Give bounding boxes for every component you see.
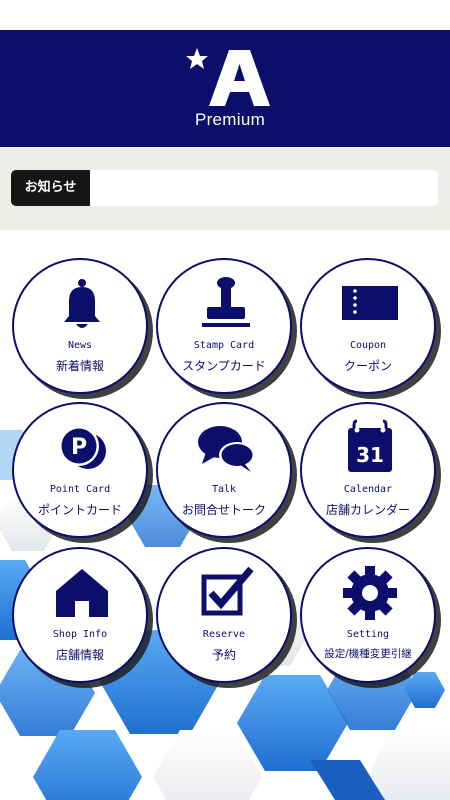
menu-shop-info-jp: 店舗情報	[55, 648, 104, 662]
svg-text:P: P	[71, 435, 87, 460]
calendar-icon: 31	[348, 419, 392, 472]
menu-shop-info[interactable]: Shop Info 店舗情報	[12, 547, 148, 683]
house-icon	[56, 569, 108, 617]
menu-stamp-card-jp: スタンプカード	[182, 359, 266, 373]
menu-point-card-jp: ポイントカード	[37, 503, 122, 517]
menu-coupon-jp: クーポン	[343, 359, 392, 373]
menu-talk-jp: お問合せトーク	[181, 503, 266, 517]
bell-icon	[64, 279, 100, 328]
menu-calendar-jp: 店舗カレンダー	[325, 503, 410, 517]
status-gap	[0, 0, 450, 30]
menu-point-card[interactable]: P Point Card ポイントカード	[12, 402, 148, 538]
menu-reserve[interactable]: Reserve 予約	[156, 547, 292, 683]
menu-talk[interactable]: Talk お問合せトーク	[156, 402, 292, 538]
menu-calendar-en: Calendar	[343, 484, 393, 495]
checkbox-icon	[201, 566, 254, 616]
menu-stamp-card[interactable]: Stamp Card スタンプカード	[156, 258, 292, 394]
menu-reserve-jp: 予約	[211, 648, 236, 662]
menu-coupon[interactable]: Coupon クーポン	[300, 258, 436, 394]
menu-calendar[interactable]: 31 Calendar 店舗カレンダー	[300, 402, 436, 538]
menu-reserve-en: Reserve	[202, 629, 246, 640]
stamp-icon	[202, 277, 250, 327]
notice-bar[interactable]: お知らせ	[11, 170, 438, 206]
brand-text: Premium	[194, 110, 266, 129]
app-header: Premium	[0, 30, 450, 147]
menu-news[interactable]: News 新着情報	[12, 258, 148, 394]
svg-text:31: 31	[356, 443, 384, 467]
menu-point-card-en: Point Card	[49, 484, 111, 495]
menu-shop-info-en: Shop Info	[52, 629, 108, 640]
menu-stamp-card-en: Stamp Card	[193, 340, 255, 351]
ticket-icon	[342, 286, 398, 320]
notice-label: お知らせ	[11, 170, 90, 206]
menu-news-en: News	[67, 340, 93, 351]
menu-talk-en: Talk	[211, 484, 237, 495]
menu-coupon-en: Coupon	[349, 340, 387, 351]
logo-mark-icon	[186, 48, 270, 106]
gear-icon	[343, 566, 397, 620]
menu-setting[interactable]: Setting 設定/機種変更引継	[300, 547, 436, 683]
brand-logo[interactable]: Premium	[170, 44, 280, 134]
point-coin-icon: P	[59, 426, 106, 469]
menu-news-jp: 新着情報	[55, 359, 104, 373]
menu-setting-en: Setting	[346, 629, 390, 640]
menu-setting-jp: 設定/機種変更引継	[324, 648, 412, 660]
chat-bubbles-icon	[198, 426, 255, 472]
notice-section: お知らせ	[0, 147, 450, 230]
